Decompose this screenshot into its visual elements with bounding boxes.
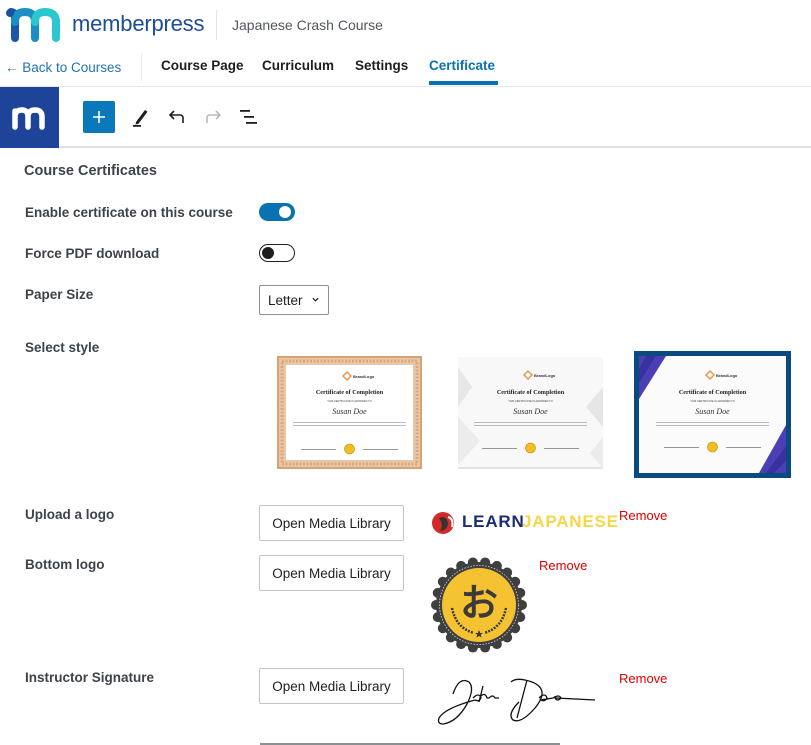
logo-text-learn: LEARN [462, 512, 525, 531]
brand-name: memberpress [72, 11, 205, 36]
redo-icon[interactable] [201, 105, 225, 129]
instructor-signature-image [437, 678, 596, 725]
force-pdf-label: Force PDF download [25, 246, 160, 261]
tab-curriculum[interactable]: Curriculum [262, 58, 334, 73]
upload-logo-media-button[interactable]: Open Media Library [259, 505, 404, 541]
cert-brand: BrandLogo [534, 373, 556, 378]
paper-size-select[interactable]: Letter [259, 285, 329, 315]
certificate-style-geometric[interactable]: BrandLogo Certificate of Completion THIS… [458, 357, 603, 469]
bottom-logo-media-button[interactable]: Open Media Library [259, 555, 404, 591]
remove-bottom-logo-link[interactable]: Remove [539, 558, 587, 573]
document-outline-icon[interactable] [237, 105, 261, 129]
header-divider [216, 10, 217, 40]
editor-logo-button[interactable] [0, 87, 59, 148]
chevron-down-icon [312, 297, 319, 302]
pencil-icon[interactable] [129, 105, 153, 129]
remove-logo-link[interactable]: Remove [619, 508, 667, 523]
course-nav: ← Back to Courses Course Page Curriculum… [0, 48, 811, 87]
badge-glyph: お [460, 581, 498, 625]
section-title: Course Certificates [24, 163, 157, 179]
cert-title: Certificate of Completion [497, 389, 565, 396]
cert-recipient: Susan Doe [695, 407, 730, 416]
logo-text-japanese: JAPANESE [522, 512, 619, 531]
cert-title: Certificate of Completion [679, 389, 747, 396]
enable-certificate-label: Enable certificate on this course [25, 205, 233, 220]
add-block-button[interactable] [83, 101, 115, 133]
force-pdf-toggle[interactable] [259, 244, 295, 262]
tab-settings[interactable]: Settings [355, 58, 408, 73]
cert-recipient: Susan Doe [332, 407, 367, 416]
active-tab-indicator [429, 81, 498, 85]
certificate-style-blue-diagonal[interactable]: BrandLogo Certificate of Completion THIS… [634, 351, 791, 478]
signature-media-button[interactable]: Open Media Library [259, 668, 404, 704]
learn-japanese-logo: LEARN JAPANESE [430, 507, 618, 539]
plus-icon [93, 111, 105, 123]
paper-size-value: Letter [268, 293, 303, 308]
toggle-knob [279, 206, 291, 218]
remove-signature-link[interactable]: Remove [619, 671, 667, 686]
editor-toolbar [0, 87, 811, 148]
undo-icon[interactable] [165, 105, 189, 129]
instructor-signature-label: Instructor Signature [25, 670, 155, 685]
upload-logo-label: Upload a logo [25, 507, 115, 522]
course-title: Japanese Crash Course [232, 17, 383, 33]
memberpress-logo-icon[interactable] [5, 8, 63, 42]
nav-divider [141, 53, 142, 81]
japan-emblem-icon [432, 512, 454, 534]
memberpress-m-icon [11, 106, 45, 130]
app-header: memberpress Japanese Crash Course [0, 0, 811, 48]
tab-certificate[interactable]: Certificate [429, 58, 495, 73]
cert-recipient: Susan Doe [513, 407, 548, 416]
certificate-style-ornate[interactable]: BrandLogo Certificate of Completion THIS… [277, 356, 422, 469]
enable-certificate-toggle[interactable] [259, 203, 295, 221]
paper-size-label: Paper Size [25, 287, 94, 302]
back-to-courses-link[interactable]: ← Back to Courses [5, 60, 121, 75]
toggle-knob [262, 247, 274, 259]
cert-subtitle: THIS CERTIFICATE IS AWARDED TO [327, 399, 371, 403]
cert-subtitle: THIS CERTIFICATE IS AWARDED TO [508, 399, 552, 403]
cert-brand: BrandLogo [716, 373, 738, 378]
cert-subtitle: THIS CERTIFICATE IS AWARDED TO [690, 399, 734, 403]
bottom-logo-badge: お [431, 557, 527, 653]
tab-course-page[interactable]: Course Page [161, 58, 244, 73]
cert-brand: BrandLogo [353, 374, 375, 379]
select-style-label: Select style [25, 340, 100, 355]
bottom-logo-label: Bottom logo [25, 557, 105, 572]
cert-title: Certificate of Completion [316, 389, 384, 396]
